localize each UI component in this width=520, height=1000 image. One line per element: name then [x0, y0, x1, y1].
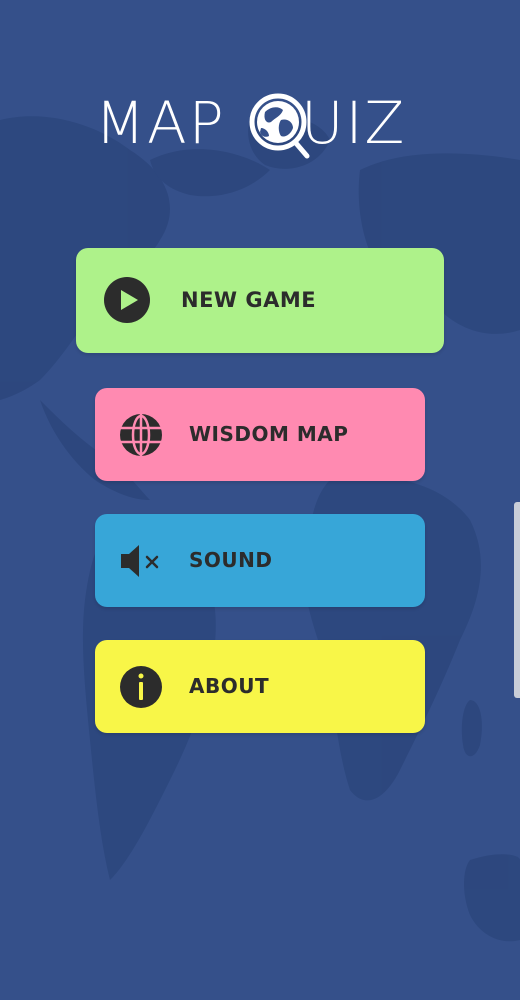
speaker-muted-icon — [117, 537, 165, 585]
logo-text-left: MAP — [95, 89, 226, 157]
about-label: ABOUT — [189, 674, 270, 698]
wisdom-map-label: WISDOM MAP — [189, 422, 349, 446]
play-icon — [103, 276, 151, 324]
sound-button[interactable]: SOUND — [95, 514, 425, 607]
about-button[interactable]: ABOUT — [95, 640, 425, 733]
info-icon — [117, 663, 165, 711]
wisdom-map-button[interactable]: WISDOM MAP — [95, 388, 425, 481]
globe-icon — [117, 411, 165, 459]
scrollbar[interactable] — [514, 502, 520, 698]
app-logo: MAP UIZ — [95, 88, 425, 168]
sound-label: SOUND — [189, 548, 273, 572]
new-game-button[interactable]: NEW GAME — [76, 248, 444, 353]
new-game-label: NEW GAME — [181, 288, 317, 312]
logo-text-right: UIZ — [301, 89, 407, 157]
